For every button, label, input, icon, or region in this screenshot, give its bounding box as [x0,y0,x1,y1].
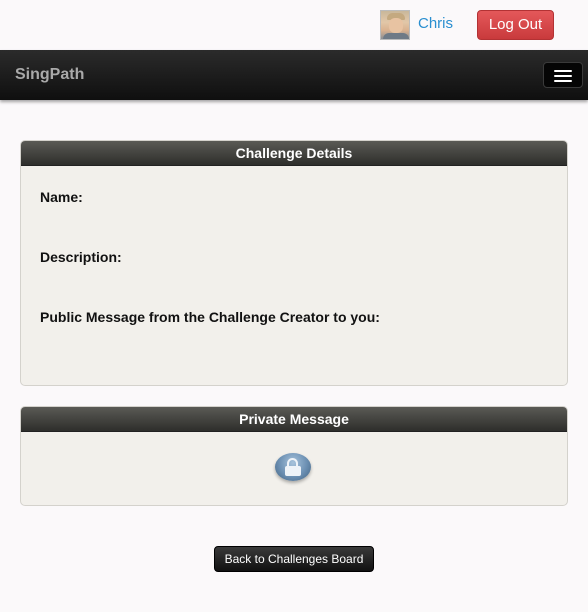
name-label: Name: [40,189,83,205]
logout-button[interactable]: Log Out [477,10,554,40]
description-label: Description: [40,249,122,265]
private-message-panel: Private Message [20,406,568,506]
hamburger-icon [554,70,572,72]
avatar[interactable] [380,10,410,40]
lock-icon[interactable] [275,453,311,481]
private-message-header: Private Message [21,407,567,432]
challenge-details-panel: Challenge Details Name: Description: Pub… [20,140,568,386]
menu-toggle-button[interactable] [543,62,583,88]
top-bar: Chris Log Out [0,0,588,50]
user-name-link[interactable]: Chris [418,15,453,32]
challenge-details-header: Challenge Details [21,141,567,166]
public-message-label: Public Message from the Challenge Creato… [40,309,380,325]
navbar: SingPath [0,50,588,100]
brand-logo[interactable]: SingPath [15,66,84,84]
back-to-challenges-button[interactable]: Back to Challenges Board [214,546,374,572]
